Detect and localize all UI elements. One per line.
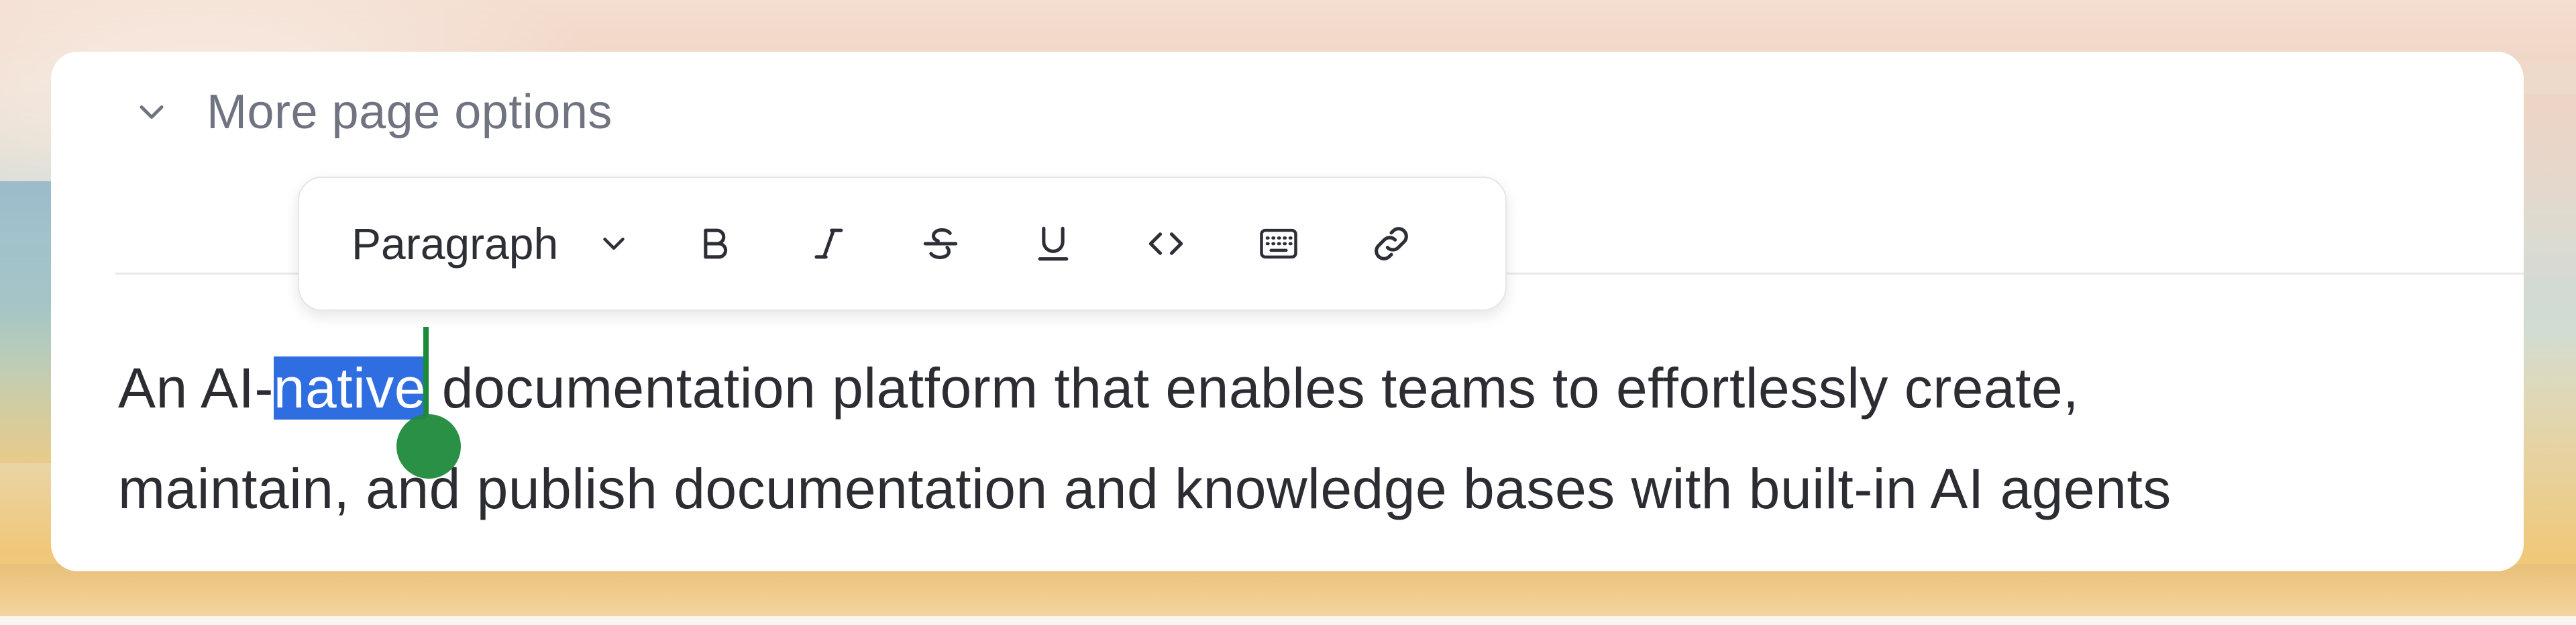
italic-button[interactable] bbox=[794, 210, 861, 277]
formatting-toolbar: Paragraph bbox=[298, 177, 1507, 311]
code-button[interactable] bbox=[1132, 210, 1199, 277]
strikethrough-icon bbox=[924, 228, 958, 259]
bold-icon bbox=[704, 228, 728, 259]
paragraph-line-2: maintain, and publish documentation and … bbox=[118, 457, 2171, 520]
selected-text: native bbox=[273, 356, 426, 420]
block-type-dropdown[interactable]: Paragraph bbox=[352, 218, 632, 269]
italic-icon bbox=[814, 228, 843, 259]
bold-button[interactable] bbox=[682, 210, 749, 277]
chevron-down-icon bbox=[140, 105, 164, 119]
cursor-indicator bbox=[396, 414, 461, 479]
more-page-options-label: More page options bbox=[207, 85, 612, 139]
caret-bar bbox=[423, 327, 429, 417]
code-icon bbox=[1149, 232, 1183, 255]
link-button[interactable] bbox=[1358, 210, 1425, 277]
link-icon bbox=[1375, 227, 1409, 260]
keyboard-button[interactable] bbox=[1245, 210, 1312, 277]
document-paragraph[interactable]: An AI-native documentation platform that… bbox=[118, 327, 2506, 539]
underline-icon bbox=[1038, 226, 1069, 261]
background-bottom-strip bbox=[0, 616, 2576, 625]
chevron-down-icon bbox=[603, 238, 625, 250]
block-type-value: Paragraph bbox=[352, 219, 559, 269]
text-after-selection: documentation platform that enables team… bbox=[425, 356, 2080, 420]
text-before-selection: An AI- bbox=[118, 356, 274, 420]
underline-button[interactable] bbox=[1020, 210, 1087, 277]
keyboard-icon bbox=[1260, 228, 1297, 259]
editor-card: More page options Paragraph An AI-native… bbox=[51, 52, 2524, 571]
paragraph-line-1: An AI-native documentation platform that… bbox=[118, 327, 2506, 479]
more-page-options-toggle[interactable]: More page options bbox=[131, 85, 612, 139]
strikethrough-button[interactable] bbox=[907, 210, 974, 277]
